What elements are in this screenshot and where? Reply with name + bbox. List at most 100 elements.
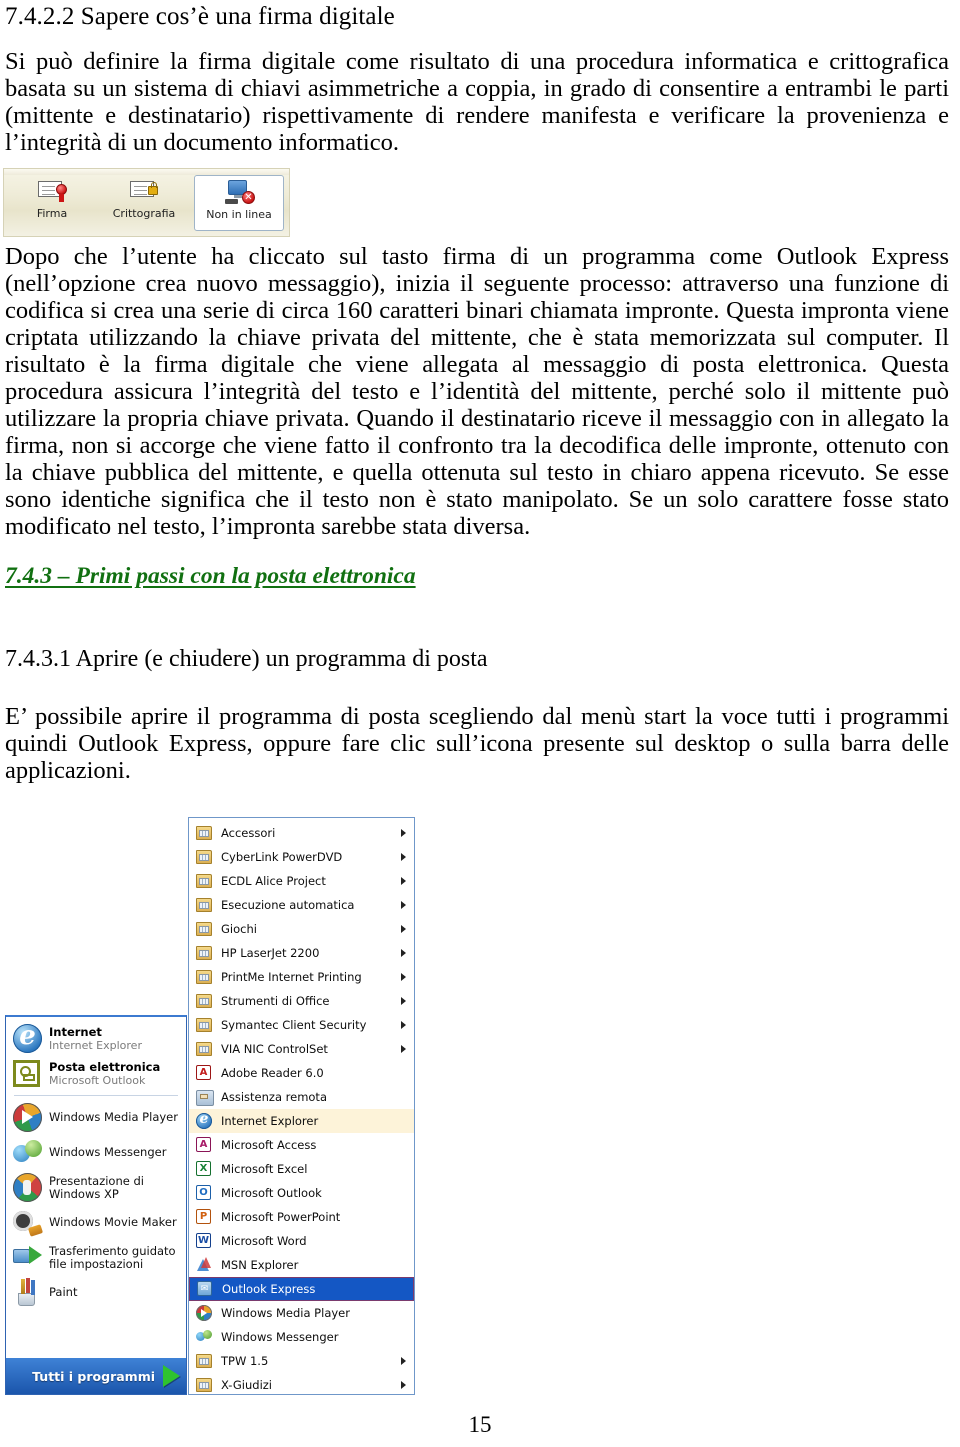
program-item-microsoft-access[interactable]: A Microsoft Access [189, 1133, 414, 1157]
start-menu-item-windows-movie-maker[interactable]: Windows Movie Maker [6, 1205, 186, 1240]
program-item-microsoft-word[interactable]: W Microsoft Word [189, 1229, 414, 1253]
paragraph-aprire-programma-posta: E’ possibile aprire il programma di post… [5, 703, 949, 784]
chevron-right-icon [401, 877, 406, 885]
program-item-accessori[interactable]: Accessori [189, 821, 414, 845]
chevron-right-icon [163, 1365, 180, 1387]
program-item-windows-media-player[interactable]: Windows Media Player [189, 1301, 414, 1325]
program-item-label: Esecuzione automatica [221, 898, 355, 912]
pinned-internet-title: Internet [49, 1024, 102, 1039]
folder-icon [196, 1377, 212, 1393]
pinned-separator [14, 1095, 178, 1096]
folder-icon [196, 921, 212, 937]
microsoft-word-icon: W [196, 1233, 211, 1248]
microsoft-powerpoint-icon: P [196, 1209, 212, 1225]
windows-messenger-icon [196, 1329, 212, 1345]
program-item-label: ECDL Alice Project [221, 874, 326, 888]
document-page: 7.4.2.2 Sapere cos’è una firma digitale … [0, 0, 960, 1447]
start-menu-pinned-internet[interactable]: Internet Internet Explorer [6, 1021, 186, 1056]
microsoft-access-icon: A [196, 1137, 212, 1153]
program-item-ecdl-alice-project[interactable]: ECDL Alice Project [189, 869, 414, 893]
program-item-label: PrintMe Internet Printing [221, 970, 362, 984]
program-item-adobe-reader-6-0[interactable]: A Adobe Reader 6.0 [189, 1061, 414, 1085]
outlook-express-toolbar-figure: Firma Crittografia ✕ Non in linea [3, 168, 290, 237]
program-item-label: Accessori [221, 826, 276, 840]
program-item-cyberlink-powerdvd[interactable]: CyberLink PowerDVD [189, 845, 414, 869]
program-item-microsoft-outlook[interactable]: O Microsoft Outlook [189, 1181, 414, 1205]
chevron-right-icon [401, 1021, 406, 1029]
start-menu-item-windows-messenger[interactable]: Windows Messenger [6, 1135, 186, 1170]
program-item-label: Windows Messenger [221, 1330, 339, 1344]
start-menu-item-trasferimento-guidato[interactable]: Trasferimento guidato file impostazioni [6, 1240, 186, 1275]
program-item-x-giudizi[interactable]: X-Giudizi [189, 1373, 414, 1394]
toolbar-button-firma[interactable]: Firma [14, 178, 90, 230]
program-item-label: Symantec Client Security [221, 1018, 367, 1032]
start-menu-pinned-posta-elettronica[interactable]: Posta elettronica Microsoft Outlook [6, 1056, 186, 1091]
windows-messenger-icon [13, 1138, 42, 1167]
program-item-msn-explorer[interactable]: MSN Explorer [189, 1253, 414, 1277]
toolbar-button-non-in-linea-label: Non in linea [206, 208, 272, 221]
start-menu-item-label: Paint [49, 1285, 78, 1299]
program-item-symantec-client-security[interactable]: Symantec Client Security [189, 1013, 414, 1037]
program-item-label: HP LaserJet 2200 [221, 946, 320, 960]
windows-movie-maker-icon [13, 1208, 42, 1237]
program-item-label: Giochi [221, 922, 257, 936]
all-programs-submenu: Accessori CyberLink PowerDVD ECDL Alice Pr… [188, 817, 415, 1395]
windows-start-menu-figure: Internet Internet Explorer Posta elettro… [5, 817, 415, 1397]
windows-tour-icon [13, 1173, 42, 1202]
windows-media-player-icon [196, 1305, 212, 1321]
program-item-hp-laserjet-2200[interactable]: HP LaserJet 2200 [189, 941, 414, 965]
microsoft-outlook-icon [13, 1059, 42, 1088]
paragraph-firma-digitale-definition: Si può definire la firma digitale come r… [5, 48, 949, 156]
program-item-via-nic-controlset[interactable]: VIA NIC ControlSet [189, 1037, 414, 1061]
program-item-outlook-express[interactable]: ✉ Outlook Express [189, 1277, 414, 1301]
program-item-label: Windows Media Player [221, 1306, 350, 1320]
all-programs-label: Tutti i programmi [32, 1368, 155, 1384]
program-item-label: MSN Explorer [221, 1258, 299, 1272]
start-menu-item-windows-media-player[interactable]: Windows Media Player [6, 1100, 186, 1135]
program-item-giochi[interactable]: Giochi [189, 917, 414, 941]
program-item-label: Outlook Express [222, 1282, 316, 1296]
program-item-microsoft-excel[interactable]: X Microsoft Excel [189, 1157, 414, 1181]
program-item-label: Microsoft PowerPoint [221, 1210, 341, 1224]
folder-icon [196, 1041, 212, 1057]
encrypted-envelope-icon [129, 178, 159, 204]
chevron-right-icon [401, 1045, 406, 1053]
msn-explorer-icon [196, 1257, 212, 1273]
start-menu-item-label: Presentazione di Windows XP [49, 1173, 144, 1201]
chevron-right-icon [401, 853, 406, 861]
program-item-label: Adobe Reader 6.0 [221, 1066, 324, 1080]
program-item-windows-messenger[interactable]: Windows Messenger [189, 1325, 414, 1349]
program-item-esecuzione-automatica[interactable]: Esecuzione automatica [189, 893, 414, 917]
program-item-label: Internet Explorer [221, 1114, 319, 1128]
microsoft-excel-icon: X [196, 1161, 212, 1177]
signature-envelope-icon [37, 178, 67, 204]
program-item-assistenza-remota[interactable]: Assistenza remota [189, 1085, 414, 1109]
remote-assistance-icon [196, 1089, 214, 1106]
start-menu-item-paint[interactable]: Paint [6, 1275, 186, 1310]
start-menu-item-label: Windows Messenger [49, 1145, 167, 1159]
start-menu-item-label: Windows Movie Maker [49, 1215, 177, 1229]
program-item-tpw-1-5[interactable]: TPW 1.5 [189, 1349, 414, 1373]
microsoft-outlook-icon: O [196, 1185, 212, 1201]
section-heading-743: 7.4.3 – Primi passi con la posta elettro… [5, 563, 416, 589]
program-item-label: Microsoft Access [221, 1138, 317, 1152]
outlook-express-icon: ✉ [197, 1281, 213, 1297]
section-heading-7422: 7.4.2.2 Sapere cos’è una firma digitale [5, 3, 395, 30]
pinned-posta-subtitle: Microsoft Outlook [49, 1073, 146, 1087]
program-item-microsoft-powerpoint[interactable]: P Microsoft PowerPoint [189, 1205, 414, 1229]
adobe-reader-icon: A [196, 1065, 212, 1081]
chevron-right-icon [401, 1381, 406, 1389]
folder-icon [196, 1353, 212, 1369]
chevron-right-icon [401, 829, 406, 837]
toolbar-button-non-in-linea[interactable]: ✕ Non in linea [194, 175, 284, 231]
program-item-label: Microsoft Word [221, 1234, 307, 1248]
program-item-internet-explorer[interactable]: Internet Explorer [189, 1109, 414, 1133]
all-programs-button[interactable]: Tutti i programmi [6, 1358, 186, 1394]
toolbar-button-crittografia[interactable]: Crittografia [96, 178, 192, 230]
folder-icon [196, 897, 212, 913]
program-item-strumenti-di-office[interactable]: Strumenti di Office [189, 989, 414, 1013]
chevron-right-icon [401, 949, 406, 957]
program-item-printme-internet-printing[interactable]: PrintMe Internet Printing [189, 965, 414, 989]
start-menu-item-presentazione-windows-xp[interactable]: Presentazione di Windows XP [6, 1170, 186, 1205]
program-item-label: Strumenti di Office [221, 994, 330, 1008]
